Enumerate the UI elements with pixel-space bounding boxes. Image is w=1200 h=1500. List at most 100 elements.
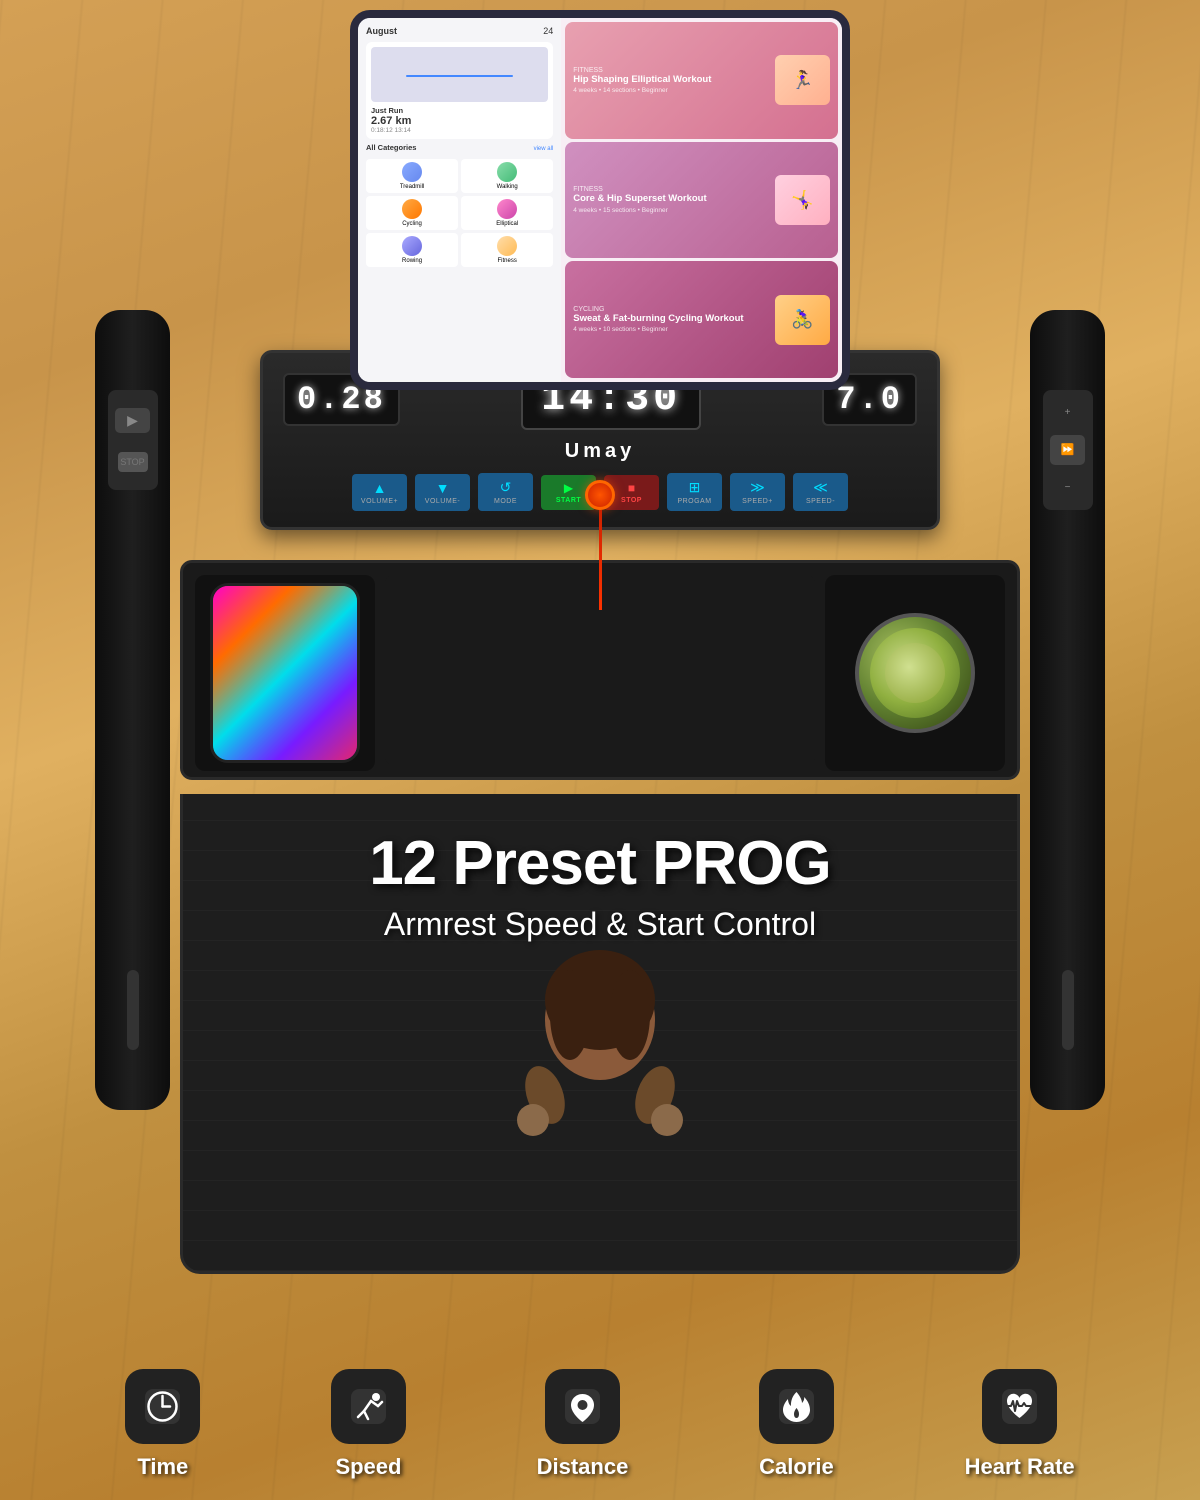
volume-down-label: VOLUME- [425, 498, 460, 505]
workout-card-2-text: Fitness Core & Hip Superset Workout 4 we… [573, 186, 769, 213]
workout-card-2-info: 4 weeks • 15 sections • Beginner [573, 207, 769, 214]
preset-main-text-span: 12 Preset PROG [369, 829, 831, 898]
right-arm-controls: + ⏩ − [1043, 390, 1093, 510]
preset-text-area: 12 Preset PROG Armrest Speed & Start Con… [250, 830, 950, 943]
speed-minus-label: SPEED- [806, 498, 835, 505]
tablet-cat-fitness[interactable]: Fitness [461, 233, 553, 267]
workout-card-2[interactable]: Fitness Core & Hip Superset Workout 4 we… [565, 142, 838, 259]
stop-label: STOP [621, 497, 642, 504]
left-arm-controls: ▶ STOP [108, 390, 158, 490]
right-grip [1062, 970, 1074, 1050]
workout-card-3-title: Sweat & Fat-burning Cycling Workout [573, 313, 769, 324]
feature-heart-rate-label: Heart Rate [965, 1454, 1075, 1480]
tablet-date: 24 [543, 26, 553, 36]
tablet-activity-distance: 2.67 km [371, 115, 548, 127]
volume-down-button[interactable]: ▼ VOLUME- [415, 474, 470, 511]
feature-heart-rate: Heart Rate [965, 1369, 1075, 1480]
mode-icon: ↺ [500, 479, 512, 496]
feature-calorie-bg [759, 1369, 834, 1444]
tablet-activity-time: 0:18:12 13:14 [371, 127, 548, 134]
tablet-cat-icon-walking [497, 162, 517, 182]
workout-card-3-category: Cycling [573, 306, 769, 313]
speed-minus-button[interactable]: ≪ SPEED- [793, 473, 848, 511]
workout-card-1-info: 4 weeks • 14 sections • Beginner [573, 87, 769, 94]
feature-speed: Speed [331, 1369, 406, 1480]
tablet-activity-card: Just Run 2.67 km 0:18:12 13:14 [366, 42, 553, 139]
tablet-cat-label-fitness: Fitness [464, 258, 550, 264]
feature-heart-rate-bg [982, 1369, 1057, 1444]
tablet-view-all[interactable]: view all [534, 146, 554, 152]
treadmill-right-rail: + ⏩ − [1030, 310, 1105, 1110]
tablet-cat-treadmill[interactable]: Treadmill [366, 159, 458, 193]
tablet-header: August 24 [366, 26, 553, 36]
treadmill-left-rail: ▶ STOP [95, 310, 170, 1110]
workout-card-1-title: Hip Shaping Elliptical Workout [573, 74, 769, 85]
left-grip [127, 970, 139, 1050]
features-bar: Time Speed [0, 1369, 1200, 1480]
mode-label: MODE [494, 498, 517, 505]
volume-up-label: VOLUME+ [361, 498, 398, 505]
left-start-stop-btn[interactable]: ▶ [115, 408, 150, 433]
workout-card-2-title: Core & Hip Superset Workout [573, 193, 769, 204]
program-icon: ⊞ [689, 479, 701, 496]
workout-card-1[interactable]: Fitness Hip Shaping Elliptical Workout 4… [565, 22, 838, 139]
speed-minus-icon: ≪ [813, 479, 828, 496]
tablet-cat-label-elliptical: Elliptical [464, 221, 550, 227]
speed-plus-button[interactable]: ≫ SPEED+ [730, 473, 785, 511]
volume-up-icon: ▲ [373, 480, 387, 496]
tablet-screen: August 24 Just Run 2.67 km 0:18:12 13:14… [358, 18, 842, 382]
tablet-cat-label-cycling: Cycling [369, 221, 455, 227]
mode-button[interactable]: ↺ MODE [478, 473, 533, 511]
volume-up-button[interactable]: ▲ VOLUME+ [352, 474, 407, 511]
phone-slot [195, 575, 375, 771]
feature-distance-label: Distance [537, 1454, 629, 1480]
workout-card-3[interactable]: Cycling Sweat & Fat-burning Cycling Work… [565, 261, 838, 378]
workout-card-1-category: Fitness [573, 67, 769, 74]
tablet-categories-grid: Treadmill Walking Cycling [366, 159, 553, 267]
tablet-cat-walking[interactable]: Walking [461, 159, 553, 193]
safety-key-area [585, 480, 615, 610]
safety-cord [599, 510, 602, 610]
tablet-cat-elliptical[interactable]: Elliptical [461, 196, 553, 230]
feature-time-label: Time [137, 1454, 188, 1480]
tablet-month: August [366, 26, 397, 36]
heart-icon [997, 1384, 1042, 1429]
tablet-cat-rowing[interactable]: Rowing [366, 233, 458, 267]
tablet-right-panel: Fitness Hip Shaping Elliptical Workout 4… [561, 18, 842, 382]
tablet-area: August 24 Just Run 2.67 km 0:18:12 13:14… [350, 10, 850, 390]
start-label: START [556, 497, 581, 504]
phone-display [210, 583, 360, 763]
tablet-cat-icon-fitness [497, 236, 517, 256]
tablet-cat-icon-treadmill [402, 162, 422, 182]
workout-card-2-img: 🤸‍♀️ [775, 175, 830, 225]
tablet-categories-label: All Categories [366, 143, 416, 152]
workout-card-1-img: 🏃‍♀️ [775, 55, 830, 105]
workout-card-3-img: 🚴‍♀️ [775, 295, 830, 345]
program-button[interactable]: ⊞ PROGAM [667, 473, 722, 511]
runner-icon [346, 1384, 391, 1429]
safety-key-button[interactable] [585, 480, 615, 510]
tablet-cat-label-walking: Walking [464, 184, 550, 190]
location-icon [560, 1384, 605, 1429]
workout-card-1-text: Fitness Hip Shaping Elliptical Workout 4… [573, 67, 769, 94]
speed-plus-label: SPEED+ [742, 498, 773, 505]
right-arm-plus-label: + [1065, 407, 1071, 418]
feature-speed-label: Speed [335, 1454, 401, 1480]
feature-time: Time [125, 1369, 200, 1480]
volume-down-icon: ▼ [436, 480, 450, 496]
workout-card-3-info: 4 weeks • 10 sections • Beginner [573, 326, 769, 333]
tablet-cat-icon-elliptical [497, 199, 517, 219]
workout-card-2-placeholder: 🤸‍♀️ [775, 175, 830, 225]
clock-icon [140, 1384, 185, 1429]
cup-slot [825, 575, 1005, 771]
tablet-activity-title: Just Run [371, 106, 548, 115]
tablet-cat-cycling[interactable]: Cycling [366, 196, 458, 230]
tablet-map [371, 47, 548, 102]
left-arm-label: STOP [118, 452, 148, 472]
right-speed-btn[interactable]: ⏩ [1050, 435, 1085, 465]
cup-latte-art [870, 628, 960, 718]
stop-icon: ■ [628, 481, 635, 495]
feature-distance: Distance [537, 1369, 629, 1480]
main-container: August 24 Just Run 2.67 km 0:18:12 13:14… [0, 0, 1200, 1500]
workout-card-2-category: Fitness [573, 186, 769, 193]
